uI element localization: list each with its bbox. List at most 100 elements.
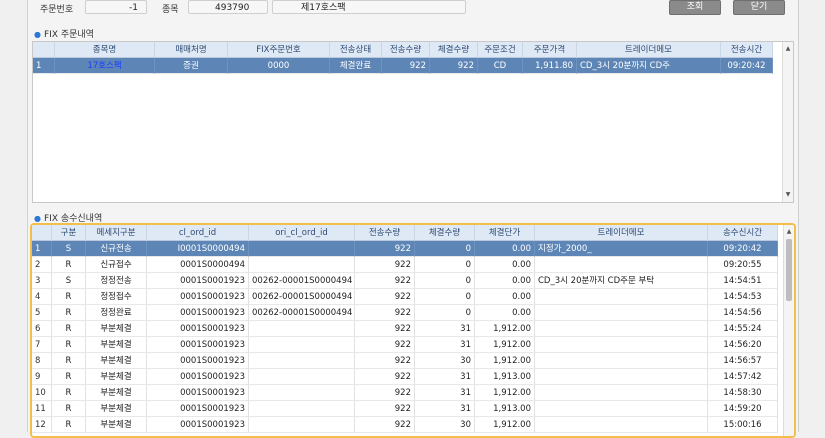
cell-cl-ord-id: I0001S0000494 xyxy=(147,241,249,257)
cell-type: R xyxy=(52,337,86,353)
cell-exec-qty: 31 xyxy=(415,401,475,417)
cell-rownum: 8 xyxy=(32,353,52,369)
cell-msg-type: 부분체결 xyxy=(86,401,147,417)
scroll-up-icon[interactable]: ▲ xyxy=(785,228,793,236)
close-button[interactable]: 닫기 xyxy=(733,0,785,15)
column-header-exec-qty[interactable]: 체결수량 xyxy=(415,225,475,241)
cell-ori-cl-ord-id xyxy=(249,353,355,369)
cell-ori-cl-ord-id xyxy=(249,369,355,385)
cell-trader-memo xyxy=(535,401,708,417)
cell-exec-qty: 31 xyxy=(415,385,475,401)
stock-code-field[interactable]: 493790 xyxy=(188,0,268,14)
cell-rownum: 10 xyxy=(32,385,52,401)
msg-grid-scrollbar[interactable]: ▲ xyxy=(783,225,794,436)
msg-grid[interactable]: ▲ 구분 메세지구분 cl_ord_id ori_cl_ord_id 전송수량 체결수량 체… xyxy=(30,223,796,438)
cell-send-qty: 922 xyxy=(355,241,415,257)
cell-fix-order-no: 0000 xyxy=(228,58,330,74)
cell-cl-ord-id: 0001S0001923 xyxy=(147,289,249,305)
cell-msg-type: 정정전송 xyxy=(86,273,147,289)
column-header-msg-time[interactable]: 송수신시간 xyxy=(708,225,778,241)
cell-trader-memo xyxy=(535,337,708,353)
column-header-cl-ord-id[interactable]: cl_ord_id xyxy=(147,225,249,241)
order-grid-scrollbar[interactable]: ▲ ▼ xyxy=(782,42,793,202)
cell-send-qty: 922 xyxy=(355,353,415,369)
order-no-label: 주문번호 xyxy=(40,5,74,15)
cell-type: R xyxy=(52,353,86,369)
cell-msg-type: 부분체결 xyxy=(86,385,147,401)
cell-trader-memo xyxy=(535,289,708,305)
cell-msg-time: 14:56:20 xyxy=(708,337,778,353)
cell-trader-memo xyxy=(535,417,708,433)
column-header-stock-name[interactable]: 종목명 xyxy=(55,42,155,58)
cell-cl-ord-id: 0001S0001923 xyxy=(147,321,249,337)
cell-rownum: 2 xyxy=(32,257,52,273)
cell-send-qty: 922 xyxy=(355,337,415,353)
column-header-send-qty[interactable]: 전송수량 xyxy=(382,42,430,58)
cell-ori-cl-ord-id xyxy=(249,417,355,433)
cell-exec-qty: 0 xyxy=(415,305,475,321)
cell-exec-qty: 30 xyxy=(415,417,475,433)
cell-exec-price: 1,912.00 xyxy=(475,417,535,433)
column-header-rownum[interactable] xyxy=(32,225,52,241)
column-header-exec-price[interactable]: 체결단가 xyxy=(475,225,535,241)
order-grid[interactable]: ▲ ▼ 종목명 매매처명 FIX주문번호 전송상태 전송수량 체결수량 주문조건 주문가격 트레… xyxy=(32,41,794,203)
cell-ori-cl-ord-id: 00262-00001S0000494 xyxy=(249,273,355,289)
bullet-icon: ● xyxy=(34,30,41,39)
cell-exec-qty: 0 xyxy=(415,289,475,305)
column-header-msg-type[interactable]: 메세지구분 xyxy=(86,225,147,241)
cell-msg-time: 14:59:20 xyxy=(708,401,778,417)
scroll-up-icon[interactable]: ▲ xyxy=(784,45,792,53)
cell-exec-qty: 31 xyxy=(415,369,475,385)
cell-cl-ord-id: 0001S0001923 xyxy=(147,417,249,433)
cell-exec-price: 1,912.00 xyxy=(475,337,535,353)
cell-cl-ord-id: 0001S0001923 xyxy=(147,369,249,385)
cell-cl-ord-id: 0001S0001923 xyxy=(147,353,249,369)
cell-msg-time: 14:55:24 xyxy=(708,321,778,337)
cell-rownum: 12 xyxy=(32,417,52,433)
cell-trader-memo xyxy=(535,353,708,369)
column-header-trader-memo[interactable]: 트레이더메모 xyxy=(577,42,721,58)
query-button[interactable]: 조회 xyxy=(669,0,721,15)
column-header-exec-qty[interactable]: 체결수량 xyxy=(430,42,478,58)
cell-cl-ord-id: 0001S0001923 xyxy=(147,401,249,417)
cell-trader-memo: CD_3시 20분까지 CD주문 부탁 xyxy=(535,273,708,289)
cell-trader-memo xyxy=(535,369,708,385)
column-header-rownum[interactable] xyxy=(33,42,55,58)
cell-msg-type: 부분체결 xyxy=(86,337,147,353)
cell-exec-price: 0.00 xyxy=(475,241,535,257)
order-no-field[interactable]: -1 xyxy=(85,0,147,14)
cell-ori-cl-ord-id: 00262-00001S0000494 xyxy=(249,305,355,321)
cell-exec-qty: 922 xyxy=(430,58,478,74)
cell-rownum: 4 xyxy=(32,289,52,305)
column-header-order-price[interactable]: 주문가격 xyxy=(523,42,577,58)
cell-msg-type: 정정완료 xyxy=(86,305,147,321)
scroll-thumb[interactable] xyxy=(786,239,792,301)
column-header-type[interactable]: 구분 xyxy=(52,225,86,241)
cell-order-price: 1,911.80 xyxy=(523,58,577,74)
cell-type: R xyxy=(52,401,86,417)
cell-ori-cl-ord-id xyxy=(249,321,355,337)
cell-ori-cl-ord-id xyxy=(249,337,355,353)
column-header-order-cond[interactable]: 주문조건 xyxy=(478,42,523,58)
cell-send-qty: 922 xyxy=(355,289,415,305)
cell-send-qty: 922 xyxy=(355,321,415,337)
cell-exec-price: 0.00 xyxy=(475,273,535,289)
column-header-trader-memo[interactable]: 트레이더메모 xyxy=(535,225,708,241)
column-header-fix-order-no[interactable]: FIX주문번호 xyxy=(228,42,330,58)
scroll-down-icon[interactable]: ▼ xyxy=(784,191,792,199)
column-header-send-qty[interactable]: 전송수량 xyxy=(355,225,415,241)
column-header-send-time[interactable]: 전송시간 xyxy=(721,42,773,58)
cell-exec-qty: 31 xyxy=(415,321,475,337)
column-header-broker[interactable]: 매매처명 xyxy=(155,42,228,58)
cell-send-time: 09:20:42 xyxy=(721,58,773,74)
cell-type: R xyxy=(52,321,86,337)
cell-msg-type: 부분체결 xyxy=(86,417,147,433)
column-header-ori-cl-ord-id[interactable]: ori_cl_ord_id xyxy=(249,225,355,241)
cell-msg-type: 정정접수 xyxy=(86,289,147,305)
cell-trader-memo: 지정가_2000_ xyxy=(535,241,708,257)
cell-msg-type: 부분체결 xyxy=(86,321,147,337)
cell-exec-price: 1,912.00 xyxy=(475,321,535,337)
cell-rownum: 6 xyxy=(32,321,52,337)
column-header-send-status[interactable]: 전송상태 xyxy=(330,42,382,58)
cell-ori-cl-ord-id xyxy=(249,257,355,273)
